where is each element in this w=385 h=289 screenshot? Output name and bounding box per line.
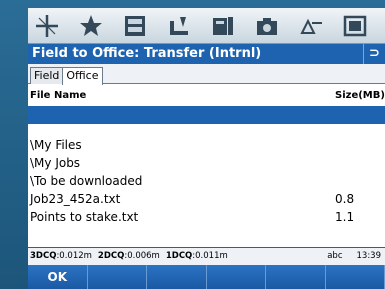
status-3dcq-label: 3DCQ [30, 251, 57, 261]
main-toolbar [28, 8, 385, 44]
file-name: Points to stake.txt [30, 210, 139, 224]
list-item[interactable]: \To be downloaded [28, 172, 385, 190]
tab-field[interactable]: Field [30, 67, 64, 84]
list-item[interactable]: \My Files [28, 136, 385, 154]
ok-button[interactable]: OK [28, 265, 88, 289]
softkey-bar: OK [28, 265, 385, 289]
status-right: abc 13:39 [327, 248, 385, 265]
status-2dcq-label: 2DCQ [97, 251, 125, 261]
file-size: 1.1 [335, 210, 355, 224]
softkey-4[interactable] [207, 265, 266, 289]
softkey-3[interactable] [147, 265, 207, 289]
instrument-icon[interactable] [116, 11, 154, 41]
star-icon[interactable] [72, 11, 110, 41]
status-1dcq-value: :0.011m [192, 251, 228, 261]
status-2dcq-value: :0.006m [124, 251, 160, 261]
crosshair-icon[interactable] [28, 11, 66, 41]
column-file-name[interactable]: File Name [30, 90, 335, 101]
file-list-header: File Name Size(MB) [28, 84, 385, 106]
file-name [30, 106, 335, 124]
softkey-5[interactable] [266, 265, 326, 289]
list-item[interactable]: Points to stake.txt 1.1 [28, 208, 385, 226]
status-3dcq-value: :0.012m [56, 251, 92, 261]
file-size [335, 172, 385, 190]
file-name: Job23_452a.txt [30, 192, 121, 206]
window-title: Field to Office: Transfer (Intrnl) [32, 46, 262, 61]
camera-icon[interactable] [248, 11, 286, 41]
file-name: \My Files [30, 138, 82, 152]
app-screen: Field to Office: Transfer (Intrnl) ⊃ Fie… [28, 44, 385, 289]
list-item[interactable]: \My Jobs [28, 154, 385, 172]
file-size: 0.8 [335, 192, 355, 206]
status-3dcq: 3DCQ:0.012m [30, 248, 92, 265]
status-bar: 3DCQ:0.012m 2DCQ:0.006m 1DCQ:0.011m abc … [28, 247, 385, 265]
back-button[interactable]: ⊃ [363, 44, 385, 64]
file-size [335, 136, 385, 154]
file-name: \To be downloaded [30, 174, 143, 188]
file-size [335, 106, 385, 124]
status-2dcq: 2DCQ:0.006m [98, 248, 160, 265]
file-name: \My Jobs [30, 156, 81, 170]
clock: 13:39 [356, 251, 382, 261]
tab-office[interactable]: Office [62, 67, 103, 85]
window-titlebar: Field to Office: Transfer (Intrnl) ⊃ [28, 44, 385, 64]
column-size[interactable]: Size(MB) [335, 90, 385, 101]
softkey-2[interactable] [88, 265, 147, 289]
device-frame: Field to Office: Transfer (Intrnl) ⊃ Fie… [0, 0, 385, 289]
interface-icon[interactable] [292, 11, 330, 41]
list-item[interactable] [28, 106, 385, 124]
survey-icon[interactable] [160, 11, 198, 41]
tab-bar: Field Office [28, 64, 385, 85]
softkey-6[interactable] [326, 265, 385, 289]
input-mode-indicator[interactable]: abc [327, 248, 342, 265]
status-1dcq: 1DCQ:0.011m [166, 248, 228, 265]
file-size [335, 154, 385, 172]
map-icon[interactable] [204, 11, 242, 41]
status-1dcq-label: 1DCQ [165, 251, 193, 261]
list-item[interactable]: Job23_452a.txt 0.8 [28, 190, 385, 208]
file-list: \My Files \My Jobs \To be downloaded Job… [28, 106, 385, 226]
settings-icon[interactable] [336, 11, 374, 41]
